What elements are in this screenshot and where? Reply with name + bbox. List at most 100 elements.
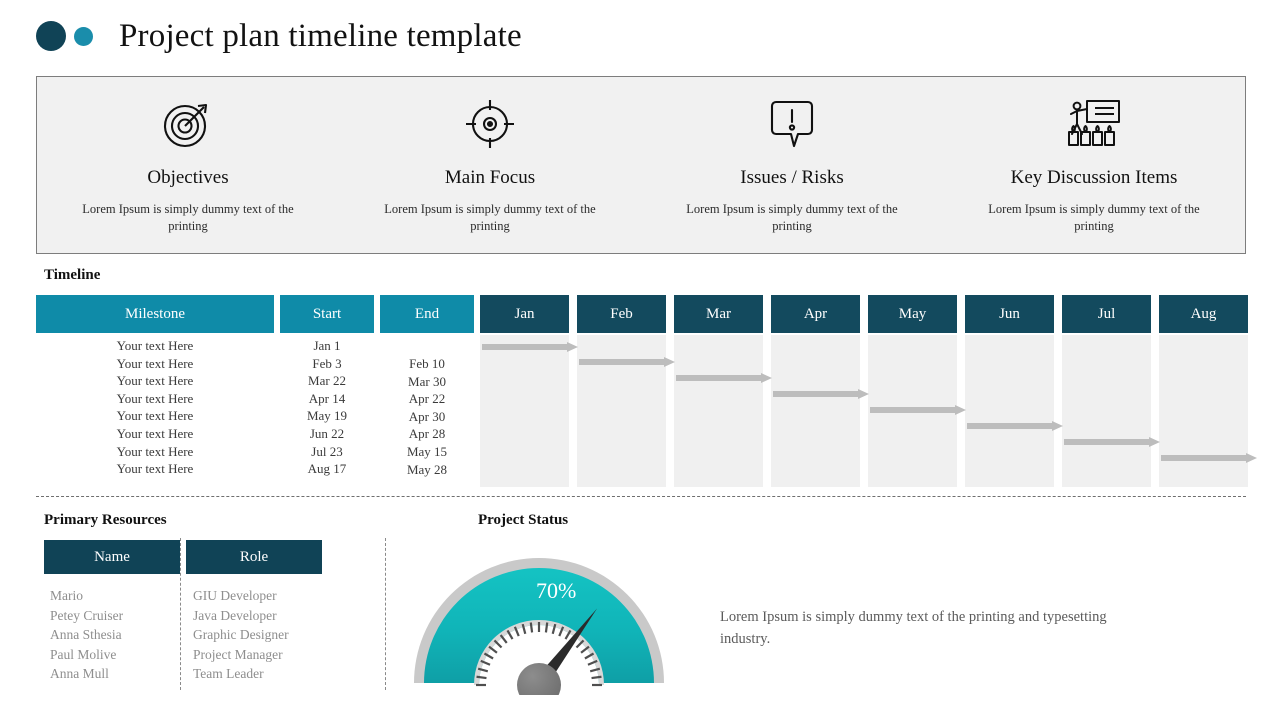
timeline-header-start[interactable]: Start	[280, 295, 374, 333]
timeline-milestone-cell: Your text Here	[116, 390, 194, 406]
timeline-start-cell: Feb 3	[312, 355, 342, 371]
info-card-main-focus[interactable]: Main Focus Lorem Ipsum is simply dummy t…	[339, 77, 641, 253]
timeline-header-month-may[interactable]: May	[868, 295, 957, 333]
timeline-column-jan	[480, 335, 569, 487]
resources-section-label: Primary Resources	[44, 512, 167, 528]
resources-name-cell: Paul Molive	[50, 646, 117, 662]
timeline-end-cell: Apr 28	[408, 426, 446, 442]
primary-resources-table: Name Role Mario Petey Cruiser Anna Sthes…	[44, 540, 322, 684]
timeline-start-cell: May 19	[306, 408, 348, 424]
info-card-title: Key Discussion Items	[1010, 167, 1178, 188]
gantt-arrow-4[interactable]	[773, 389, 869, 399]
gauge-svg	[414, 558, 664, 707]
timeline-column-mar	[674, 335, 763, 487]
gantt-arrow-2[interactable]	[579, 357, 675, 367]
resources-role-cell: Graphic Designer	[193, 627, 289, 642]
timeline-header-month-jun[interactable]: Jun	[965, 295, 1054, 333]
logo-dots	[36, 21, 93, 51]
timeline-start-cell: Jan 1	[313, 338, 341, 353]
project-status-description: Lorem Ipsum is simply dummy text of the …	[720, 609, 1107, 648]
timeline-start-cell: Aug 17	[307, 461, 347, 477]
info-card-desc: Lorem Ipsum is simply dummy text of the …	[686, 202, 898, 233]
info-card-title: Issues / Risks	[740, 167, 844, 188]
timeline-header-month-feb[interactable]: Feb	[577, 295, 666, 333]
info-card-desc: Lorem Ipsum is simply dummy text of the …	[82, 202, 294, 233]
timeline-header-month-jan[interactable]: Jan	[480, 295, 569, 333]
gantt-arrow-5[interactable]	[870, 405, 966, 415]
timeline-start-cell: Jun 22	[309, 425, 345, 441]
page-title: Project plan timeline template	[119, 17, 522, 54]
timeline-start-cell: Apr 14	[308, 390, 346, 406]
timeline-column-apr	[771, 335, 860, 487]
resources-name-list: Mario Petey Cruiser Anna Sthesia Paul Mo…	[44, 586, 180, 684]
target-arrow-icon	[160, 95, 216, 153]
page-header: Project plan timeline template	[0, 0, 1280, 72]
timeline-end-cell: May 15	[406, 443, 448, 459]
timeline-milestone-cell: Your text Here	[116, 373, 194, 389]
project-status-label: Project Status	[478, 512, 569, 528]
timeline-end-cell: Apr 30	[408, 408, 446, 424]
resources-role-cell: GIU Developer	[193, 588, 277, 603]
timeline-column-jul	[1062, 335, 1151, 487]
presentation-audience-icon	[1065, 95, 1123, 153]
resources-role-cell: Java Developer	[193, 607, 277, 623]
logo-dot-small-icon	[74, 26, 93, 46]
resources-role-cell: Project Manager	[193, 646, 283, 662]
info-card-issues-risks[interactable]: Issues / Risks Lorem Ipsum is simply dum…	[641, 77, 943, 253]
info-panel: Objectives Lorem Ipsum is simply dummy t…	[36, 76, 1246, 254]
resources-name-cell: Anna Mull	[50, 666, 109, 681]
section-divider-vertical	[385, 538, 386, 690]
timeline-section-label: Timeline	[44, 267, 101, 283]
timeline-start-cell: Jul 23	[311, 443, 343, 459]
timeline-end-cell: Feb 10	[409, 356, 445, 371]
info-card-title: Objectives	[147, 167, 229, 188]
resources-name-cell: Mario	[50, 588, 83, 603]
gauge-percent-label: 70%	[536, 578, 577, 603]
timeline-end-list: Feb 10 Mar 30 Apr 22 Apr 30 Apr 28 May 1…	[380, 355, 474, 478]
resources-role-cell: Team Leader	[193, 666, 264, 681]
info-card-title: Main Focus	[444, 167, 536, 188]
gantt-arrow-6[interactable]	[967, 421, 1063, 431]
timeline-milestone-list: Your text Here Your text Here Your text …	[36, 337, 274, 478]
resources-table-body: Mario Petey Cruiser Anna Sthesia Paul Mo…	[44, 586, 322, 684]
alert-speech-bubble-icon	[764, 95, 820, 153]
timeline-end-cell: Mar 30	[408, 373, 446, 389]
project-status-gauge: 70%	[408, 545, 670, 707]
timeline-start-cell: Mar 22	[308, 373, 346, 389]
timeline-milestone-cell: Your text Here	[116, 425, 194, 441]
timeline-header-month-aug[interactable]: Aug	[1159, 295, 1248, 333]
timeline-column-jun	[965, 335, 1054, 487]
timeline-grid: Milestone Start End Jan Feb Mar Apr May …	[36, 295, 1257, 495]
resources-name-cell: Anna Sthesia	[50, 627, 122, 642]
timeline-milestone-cell: Your text Here	[116, 408, 194, 424]
resources-column-role[interactable]: Role	[186, 540, 322, 574]
logo-dot-large-icon	[36, 21, 66, 51]
timeline-header-month-mar[interactable]: Mar	[674, 295, 763, 333]
info-card-objectives[interactable]: Objectives Lorem Ipsum is simply dummy t…	[37, 77, 339, 253]
gantt-arrow-7[interactable]	[1064, 437, 1160, 447]
crosshair-icon	[462, 95, 518, 153]
resources-column-divider	[180, 538, 181, 690]
gantt-arrow-1[interactable]	[482, 342, 578, 352]
resources-role-list: GIU Developer Java Developer Graphic Des…	[186, 586, 322, 684]
resources-column-name[interactable]: Name	[44, 540, 180, 574]
timeline-milestone-cell: Your text Here	[116, 338, 194, 353]
gantt-arrow-3[interactable]	[676, 373, 772, 383]
resources-name-cell: Petey Cruiser	[50, 607, 124, 623]
timeline-column-aug	[1159, 335, 1248, 487]
timeline-header-month-apr[interactable]: Apr	[771, 295, 860, 333]
timeline-start-list: Jan 1 Feb 3 Mar 22 Apr 14 May 19 Jun 22 …	[280, 337, 374, 478]
timeline-end-cell: May 28	[406, 461, 448, 477]
timeline-header-month-jul[interactable]: Jul	[1062, 295, 1151, 333]
timeline-end-cell: Apr 22	[408, 391, 446, 407]
info-card-desc: Lorem Ipsum is simply dummy text of the …	[384, 202, 596, 233]
info-card-desc: Lorem Ipsum is simply dummy text of the …	[988, 202, 1200, 233]
section-divider-horizontal	[36, 496, 1246, 497]
gantt-arrow-8[interactable]	[1161, 453, 1257, 463]
info-card-key-discussion-items[interactable]: Key Discussion Items Lorem Ipsum is simp…	[943, 77, 1245, 253]
timeline-milestone-cell: Your text Here	[116, 443, 194, 459]
resources-table-header: Name Role	[44, 540, 322, 574]
timeline-header-milestone[interactable]: Milestone	[36, 295, 274, 333]
timeline-header-end[interactable]: End	[380, 295, 474, 333]
timeline-milestone-cell: Your text Here	[116, 461, 194, 477]
